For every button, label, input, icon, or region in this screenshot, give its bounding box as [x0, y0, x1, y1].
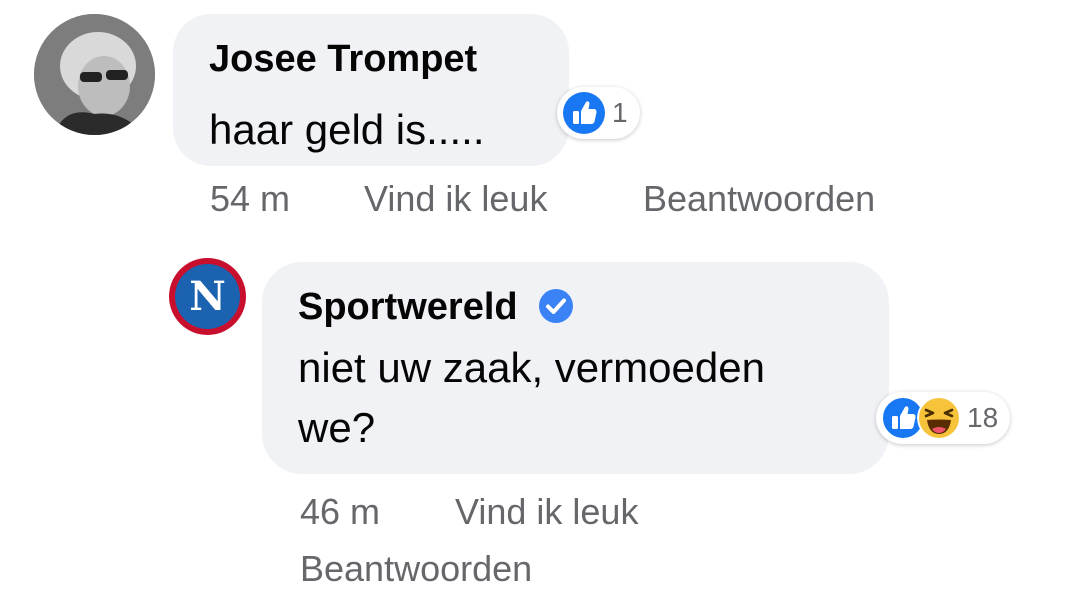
haha-icon	[917, 396, 961, 440]
reaction-count: 18	[967, 402, 999, 433]
reply-timestamp[interactable]: 46 m	[300, 494, 380, 530]
reply-author[interactable]: Sportwereld	[298, 288, 518, 326]
reply-bubble: Sportwereld niet uw zaak, vermoeden we?	[262, 262, 889, 474]
reaction-summary[interactable]: 1	[557, 87, 640, 139]
reply-text: niet uw zaak, vermoeden we?	[298, 338, 765, 458]
profile-photo	[34, 14, 155, 135]
comment-thread: Josee Trompet haar geld is..... 1 54 m V…	[0, 0, 1078, 607]
page-logo: N	[175, 264, 240, 329]
verified-badge-icon	[539, 289, 573, 323]
reply-text-line-2: we?	[298, 404, 376, 451]
reply-button[interactable]: Beantwoorden	[300, 551, 532, 587]
reply-text-line-1: niet uw zaak, vermoeden	[298, 344, 765, 391]
reaction-count: 1	[612, 97, 628, 128]
like-button[interactable]: Vind ik leuk	[455, 494, 638, 530]
comment-author[interactable]: Josee Trompet	[209, 40, 477, 78]
comment-bubble: Josee Trompet haar geld is.....	[173, 14, 569, 166]
reply-button[interactable]: Beantwoorden	[643, 181, 875, 217]
like-button[interactable]: Vind ik leuk	[364, 181, 547, 217]
avatar[interactable]	[34, 14, 155, 135]
reaction-summary[interactable]: 18	[876, 392, 1011, 444]
comment-timestamp[interactable]: 54 m	[210, 181, 290, 217]
page-avatar[interactable]: N	[169, 258, 246, 335]
like-icon	[563, 92, 605, 134]
comment-text: haar geld is.....	[209, 106, 485, 153]
